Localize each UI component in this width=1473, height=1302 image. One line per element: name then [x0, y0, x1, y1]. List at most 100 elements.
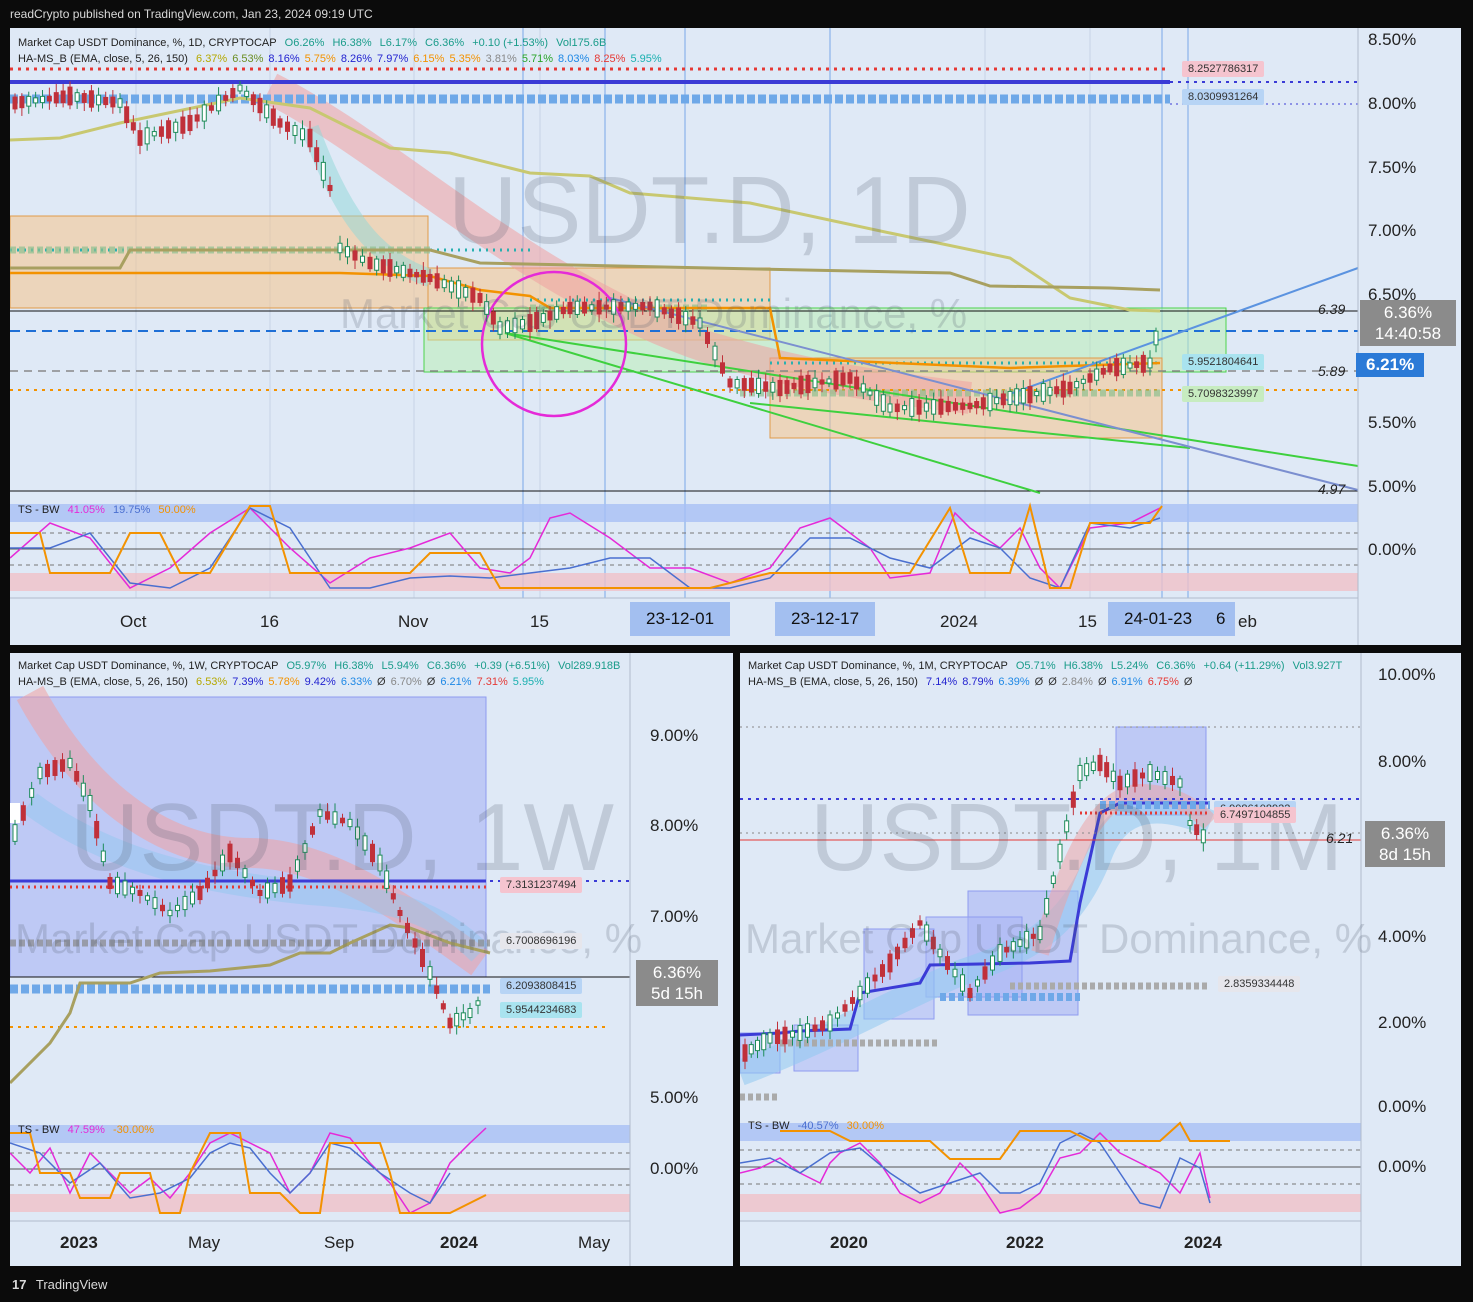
candle — [173, 121, 179, 133]
current-price-tag: 6.36% 5d 15h — [636, 960, 718, 1006]
candle — [1153, 330, 1159, 346]
monthly-chart-pane[interactable]: USDT.D, 1M Market Cap USDT Dominance, % … — [740, 653, 1461, 1266]
candle — [407, 268, 413, 278]
indicator-value: 5.78% — [268, 676, 300, 688]
candle — [938, 398, 944, 415]
indicator-value: 6.91% — [1111, 676, 1143, 688]
high-value: H6.38% — [334, 660, 374, 672]
candle — [285, 121, 290, 132]
y-tick: 7.00% — [1368, 221, 1417, 240]
ts-value-1: -40.57% — [797, 1120, 839, 1132]
date-badge: 23-12-01 — [630, 602, 731, 636]
candle — [1020, 388, 1026, 404]
candle — [414, 271, 420, 278]
ts-value-2: -30.00% — [113, 1124, 154, 1136]
osc-zero-tick: 0.00% — [650, 1159, 699, 1178]
candle — [887, 403, 893, 413]
candle — [782, 1026, 788, 1045]
high-value: H6.38% — [332, 37, 372, 49]
indicator-value: 5.71% — [521, 53, 554, 65]
candle — [166, 120, 172, 139]
y-tick: 5.00% — [1368, 477, 1417, 496]
candle — [88, 90, 94, 108]
tradingview-logo-icon[interactable]: 17 — [12, 1272, 26, 1298]
candle — [74, 770, 80, 782]
candle — [755, 1039, 760, 1052]
x-tick: 16 — [260, 612, 279, 631]
candle — [880, 394, 886, 412]
candle — [1140, 772, 1145, 779]
candle — [1147, 764, 1153, 782]
ts-value-1: 47.59% — [67, 1124, 105, 1136]
change-value: +0.64 (+11.29%) — [1203, 660, 1285, 672]
candle — [770, 381, 776, 393]
high-value: H6.38% — [1063, 660, 1103, 672]
bar-countdown: 5d 15h — [651, 984, 703, 1003]
candle — [1077, 764, 1083, 782]
candle — [987, 392, 993, 412]
candle — [367, 256, 373, 270]
candle — [151, 131, 157, 137]
candle — [19, 96, 25, 109]
candle — [784, 380, 790, 394]
candle — [1127, 362, 1133, 369]
osc-zero-tick: 0.00% — [1378, 1157, 1427, 1176]
candle — [797, 1025, 803, 1041]
daily-chart-pane[interactable]: USDT.D, 1D Market Cap USDT Dominance, % … — [10, 28, 1461, 645]
symbol-name: Market Cap USDT Dominance, %, 1M, CRYPTO… — [748, 660, 1008, 672]
candle — [427, 966, 433, 980]
ts-name: TS - BW — [18, 504, 60, 516]
current-price-tag: 6.36% 8d 15h — [1365, 821, 1445, 867]
candle — [447, 1017, 453, 1029]
indicator-value: 7.31% — [476, 676, 508, 688]
y-tick: 8.00% — [1368, 94, 1417, 113]
x-tick: 2024 — [440, 1233, 478, 1252]
candle — [874, 390, 880, 406]
brand-name[interactable]: TradingView — [36, 1277, 108, 1292]
candle — [819, 379, 825, 385]
level-label: 5.7098323997 — [1182, 386, 1265, 402]
candle — [175, 904, 180, 912]
candle — [300, 128, 305, 141]
candle — [434, 273, 440, 289]
candle — [1000, 393, 1006, 406]
volume-value: Vol175.6B — [556, 37, 607, 49]
x-tick: Oct — [120, 612, 147, 631]
weekly-chart-pane[interactable]: USDT.D, 1W Market Cap USDT Dominance, % … — [10, 653, 733, 1266]
indicator-values: 7.14% 8.79% 6.39% Ø Ø 2.84% Ø 6.91% 6.75% Ø — [926, 676, 1197, 688]
candle — [742, 1044, 748, 1062]
x-tick: 2024 — [940, 612, 978, 631]
indicator-value: 8.03% — [558, 53, 590, 65]
candle — [420, 269, 426, 283]
candle — [103, 96, 109, 106]
candle — [144, 127, 150, 145]
candle — [1067, 381, 1073, 395]
candle — [1087, 373, 1093, 383]
x-tick: Sep — [324, 1233, 355, 1252]
candle — [230, 88, 236, 98]
candle — [130, 122, 136, 131]
indicator-value: 3.81% — [485, 53, 517, 65]
indicator-value: Ø — [1097, 676, 1107, 688]
candle — [337, 242, 343, 254]
candle — [790, 1030, 795, 1038]
candle — [352, 250, 358, 261]
publisher-line: readCrypto published on TradingView.com,… — [0, 0, 1473, 28]
candle — [201, 104, 207, 122]
candle — [865, 977, 870, 994]
level-label: 6.7008696196 — [500, 933, 583, 949]
candle — [835, 1012, 840, 1019]
ts-legend: TS - BW 47.59% -30.00% — [18, 1124, 159, 1136]
bar-countdown: 8d 15h — [1379, 845, 1431, 864]
mark-label: 6.21 — [1326, 830, 1354, 846]
current-price-tag: 6.36% 14:40:58 — [1360, 300, 1456, 346]
candle — [277, 118, 283, 128]
indicator-value: 6.39% — [998, 676, 1030, 688]
price-legend: Market Cap USDT Dominance, %, 1D, CRYPTO… — [18, 36, 611, 50]
candle — [960, 402, 966, 410]
level-label: 8.2527786317 — [1182, 61, 1265, 77]
candle — [872, 974, 878, 982]
candle — [798, 375, 804, 395]
candle — [257, 97, 263, 114]
x-tick: May — [188, 1233, 221, 1252]
